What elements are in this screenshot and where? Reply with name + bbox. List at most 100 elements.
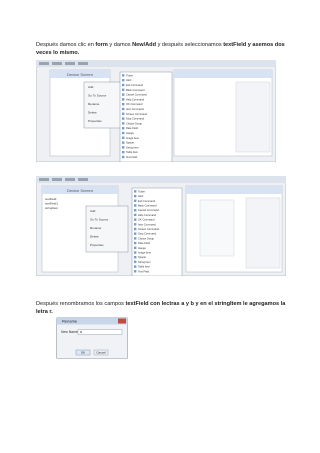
submenu-item[interactable]: Gauge xyxy=(138,246,146,250)
item-type-icon xyxy=(122,112,125,115)
submenu-item[interactable]: Screen Command xyxy=(126,112,147,116)
submenu-item[interactable]: Help Command xyxy=(138,213,157,217)
menu-item[interactable]: Add xyxy=(88,85,94,89)
paragraph-1: Después damos clic en form y damos New/A… xyxy=(36,41,292,57)
submenu-item[interactable]: Stop Command xyxy=(126,117,145,121)
submenu-item[interactable]: Spacer xyxy=(126,141,134,145)
item-type-icon xyxy=(134,218,137,221)
submenu-item[interactable]: Item Command xyxy=(138,222,156,226)
submenu-item[interactable]: Choice Group xyxy=(138,236,155,240)
ok-label: OK xyxy=(81,351,85,355)
paragraph-1-run: Después damos clic en xyxy=(36,42,96,48)
item-type-icon xyxy=(122,117,125,120)
screenshot-add-textfield: Device Screen Add Go To Source Rename Delet… xyxy=(36,60,276,162)
submenu-item[interactable]: Image Item xyxy=(138,251,151,255)
item-type-icon xyxy=(134,194,137,198)
submenu-item[interactable]: Alert xyxy=(126,78,132,82)
menu-item[interactable]: Delete xyxy=(90,235,99,239)
item-type-icon xyxy=(134,237,137,240)
item-type-icon xyxy=(122,146,125,149)
submenu-item[interactable]: Date Field xyxy=(126,126,138,130)
item-type-icon xyxy=(134,260,137,264)
item-type-icon xyxy=(134,190,137,193)
item-type-icon xyxy=(122,136,125,139)
item-type-icon xyxy=(122,93,125,96)
paragraph-1-run: New/Add xyxy=(132,42,157,48)
item-type-icon xyxy=(122,107,125,111)
menu-item[interactable]: Go To Source xyxy=(88,94,107,98)
submenu-item[interactable]: Back Command xyxy=(138,204,157,208)
submenu-item[interactable]: Text Field xyxy=(138,269,150,273)
screenshot-stringitem: Device Screen textFieldtextField1stringI… xyxy=(36,176,286,276)
item-type-icon xyxy=(134,265,137,268)
screenshot-rename-dialog: Rename New Name: a OK Cancel xyxy=(56,317,128,359)
item-type-icon xyxy=(134,199,137,202)
item-type-icon xyxy=(134,251,137,254)
submenu-item[interactable]: Exit Command xyxy=(138,199,156,203)
menu-item[interactable]: Add xyxy=(90,209,96,213)
submenu-item[interactable]: Image Item xyxy=(126,136,139,140)
field-value: a xyxy=(80,330,82,334)
menu-item[interactable]: Go To Source xyxy=(90,218,109,222)
item-type-icon xyxy=(122,141,125,144)
panel-title-2: Device Screen xyxy=(67,188,93,193)
submenu-item[interactable]: String Item xyxy=(126,145,139,149)
menu-item[interactable]: Properties xyxy=(90,243,104,247)
paragraph-1-run: y damos xyxy=(107,42,133,48)
submenu-item[interactable]: Exit Command xyxy=(126,83,144,87)
close-icon[interactable] xyxy=(118,318,126,324)
submenu-item[interactable]: Table Item xyxy=(126,150,138,154)
item-type-icon xyxy=(134,241,137,245)
dialog-title: Rename xyxy=(62,318,78,323)
paragraph-1-run: y después seleccionamos xyxy=(156,42,224,48)
item-type-icon xyxy=(122,122,125,125)
item-type-icon xyxy=(122,79,125,82)
submenu-item[interactable]: Ticker xyxy=(138,189,145,193)
submenu-item[interactable]: Ticker xyxy=(126,73,133,77)
submenu-item[interactable]: Screen Command xyxy=(138,227,159,231)
field-label: New Name: xyxy=(61,330,79,334)
submenu-item[interactable]: Text Field xyxy=(126,155,138,159)
menu-item[interactable]: Rename xyxy=(88,102,100,106)
submenu-item[interactable]: Cancel Command xyxy=(126,93,147,97)
new-name-input[interactable] xyxy=(77,329,123,335)
submenu-item[interactable]: Gauge xyxy=(126,131,134,135)
item-type-icon xyxy=(122,127,125,130)
cancel-label: Cancel xyxy=(96,351,106,355)
menu-item[interactable]: Properties xyxy=(88,119,102,123)
submenu-item[interactable]: Table Item xyxy=(138,265,150,269)
submenu-item[interactable]: Help Command xyxy=(126,97,145,101)
item-type-icon xyxy=(122,88,125,91)
item-type-icon xyxy=(122,103,125,106)
item-type-icon xyxy=(134,223,137,226)
submenu-item[interactable]: String Item xyxy=(138,260,151,264)
menu-item[interactable]: Rename xyxy=(90,226,102,230)
paragraph-1-run: form xyxy=(95,42,108,48)
item-type-icon xyxy=(134,246,137,249)
submenu-item[interactable]: Stop Command xyxy=(138,232,157,236)
submenu-item[interactable]: Cancel Command xyxy=(138,208,159,212)
item-type-icon xyxy=(134,209,137,212)
submenu-item[interactable]: OK Command xyxy=(138,218,155,222)
submenu-item[interactable]: Spacer xyxy=(138,255,146,259)
item-type-icon xyxy=(134,227,137,231)
item-type-icon xyxy=(134,213,137,217)
submenu-item[interactable]: Item Command xyxy=(126,107,144,111)
item-type-icon xyxy=(122,74,125,77)
menu-item[interactable]: Delete xyxy=(88,111,97,115)
paragraph-3: Después renombramos los campos textField… xyxy=(36,300,292,316)
submenu-item[interactable]: Back Command xyxy=(126,88,145,92)
item-type-icon xyxy=(134,270,137,273)
item-type-icon xyxy=(122,83,125,87)
form-item[interactable]: textField1 xyxy=(45,202,58,206)
submenu-item[interactable]: Date Field xyxy=(138,241,150,245)
paragraph-3-run: Después renombramos los campos xyxy=(36,301,126,307)
submenu-item[interactable]: Alert xyxy=(138,194,144,198)
submenu-item[interactable]: Choice Group xyxy=(126,121,143,125)
panel-title: Device Screen xyxy=(67,72,93,77)
submenu-item[interactable]: OK Command xyxy=(126,102,143,106)
item-type-icon xyxy=(122,151,125,154)
form-item[interactable]: stringItem xyxy=(45,206,59,210)
item-type-icon xyxy=(134,232,137,235)
form-item[interactable]: textField xyxy=(45,197,57,201)
